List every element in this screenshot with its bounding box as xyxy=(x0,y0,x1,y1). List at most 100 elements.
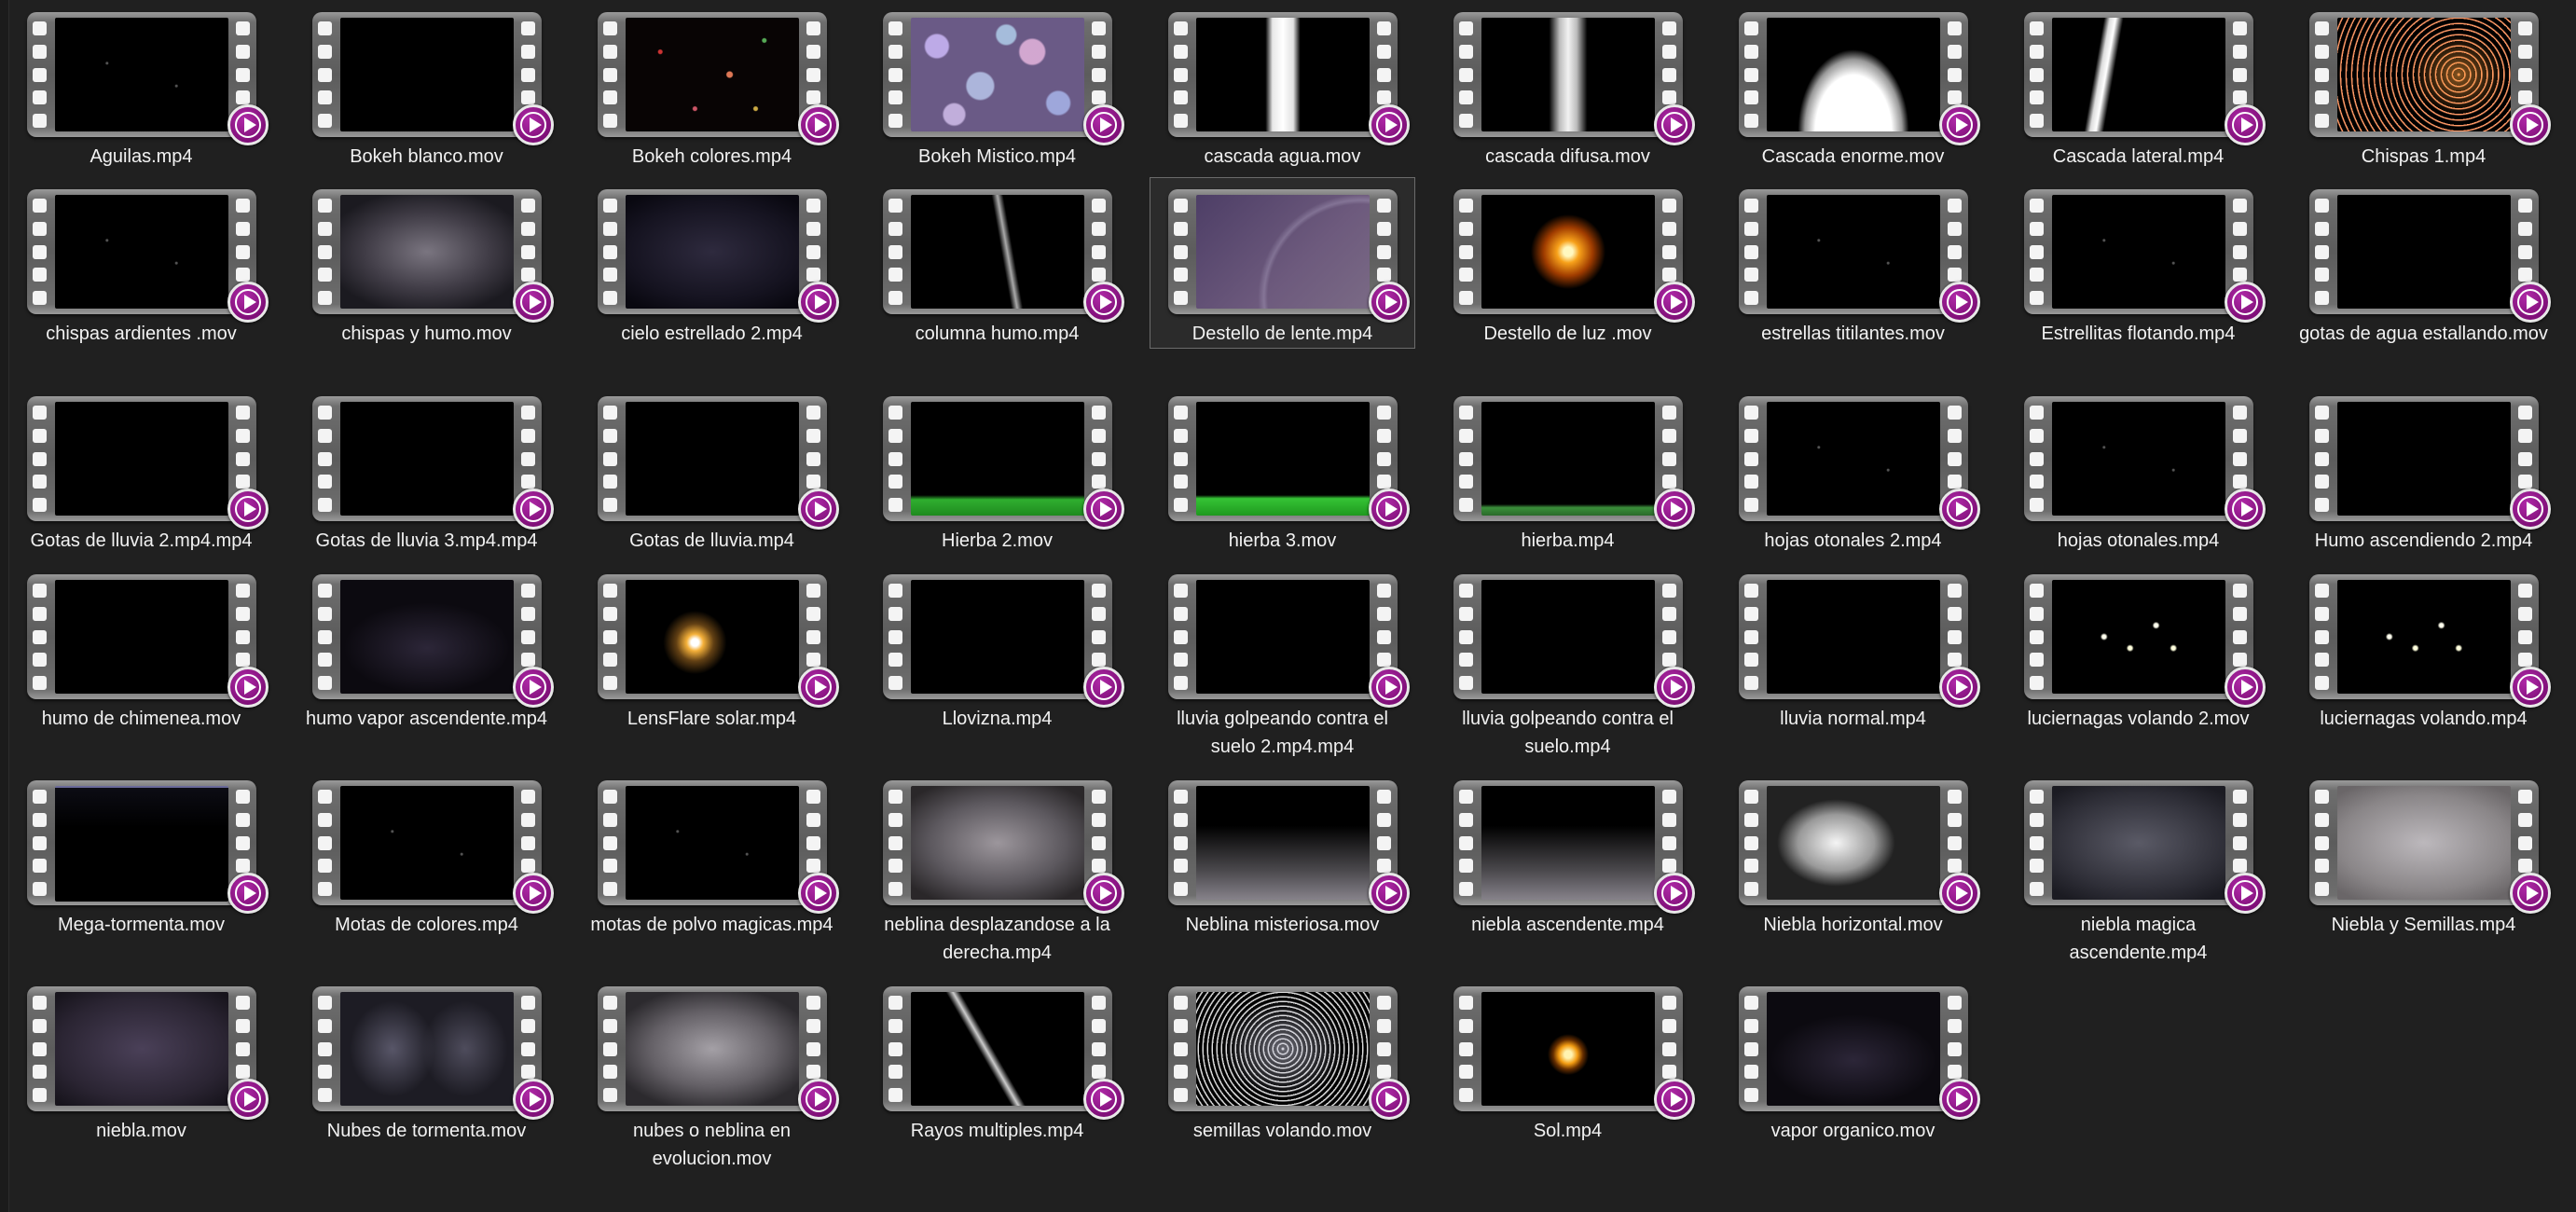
video-preview xyxy=(2336,18,2511,131)
video-thumbnail xyxy=(2308,780,2551,914)
file-item[interactable]: humo vapor ascendente.mp4 xyxy=(294,562,559,734)
play-icon xyxy=(797,667,839,708)
film-perforations xyxy=(602,584,618,690)
file-name: neblina desplazandose a la derecha.mp4 xyxy=(884,915,1110,963)
file-item[interactable]: semillas volando.mov xyxy=(1150,974,1415,1146)
film-perforations xyxy=(602,406,618,512)
file-item[interactable]: Gotas de lluvia.mp4 xyxy=(579,384,845,556)
file-item[interactable]: niebla magica ascendente.mp4 xyxy=(2005,768,2271,968)
video-thumbnail xyxy=(1738,780,1980,914)
file-item[interactable]: cascada agua.mov xyxy=(1150,0,1415,172)
file-item[interactable]: hojas otonales.mp4 xyxy=(2005,384,2271,556)
file-item[interactable]: motas de polvo magicas.mp4 xyxy=(579,768,845,940)
file-name: Aguilas.mp4 xyxy=(90,146,193,167)
play-icon xyxy=(1082,667,1124,708)
file-item[interactable]: lluvia golpeando contra el suelo 2.mp4.m… xyxy=(1150,562,1415,762)
video-preview xyxy=(1766,786,1940,900)
file-item[interactable]: LensFlare solar.mp4 xyxy=(579,562,845,734)
file-name: niebla magica ascendente.mp4 xyxy=(2069,915,2208,963)
file-item[interactable]: Sol.mp4 xyxy=(1435,974,1701,1146)
video-thumbnail xyxy=(26,780,269,914)
video-thumbnail xyxy=(882,12,1124,145)
file-item[interactable]: columna humo.mp4 xyxy=(864,177,1130,349)
file-item[interactable]: Hierba 2.mov xyxy=(864,384,1130,556)
video-preview xyxy=(910,195,1084,309)
file-item[interactable]: niebla ascendente.mp4 xyxy=(1435,768,1701,940)
file-item[interactable]: Destello de lente.mp4 xyxy=(1150,177,1415,349)
file-item[interactable]: vapor organico.mov xyxy=(1720,974,1986,1146)
file-item[interactable]: hierba 3.mov xyxy=(1150,384,1415,556)
video-thumbnail xyxy=(1167,12,1410,145)
file-name: niebla.mov xyxy=(96,1121,186,1141)
file-item[interactable]: Estrellitas flotando.mp4 xyxy=(2005,177,2271,349)
file-item[interactable]: Humo ascendiendo 2.mp4 xyxy=(2291,384,2556,556)
file-item[interactable]: nubes o neblina en evolucion.mov xyxy=(579,974,845,1174)
file-item[interactable]: Bokeh Mistico.mp4 xyxy=(864,0,1130,172)
play-icon xyxy=(1653,667,1695,708)
file-item[interactable]: Gotas de lluvia 3.mp4.mp4 xyxy=(294,384,559,556)
video-preview xyxy=(910,18,1084,131)
video-preview xyxy=(54,402,228,516)
file-item[interactable]: neblina desplazandose a la derecha.mp4 xyxy=(864,768,1130,968)
file-item[interactable]: Bokeh colores.mp4 xyxy=(579,0,845,172)
file-item[interactable]: Rayos multiples.mp4 xyxy=(864,974,1130,1146)
file-item[interactable]: Destello de luz .mov xyxy=(1435,177,1701,349)
file-item[interactable]: cielo estrellado 2.mp4 xyxy=(579,177,845,349)
play-icon xyxy=(2224,873,2266,914)
file-name: Bokeh colores.mp4 xyxy=(631,146,792,167)
file-item[interactable]: Gotas de lluvia 2.mp4.mp4 xyxy=(8,384,274,556)
video-preview xyxy=(2051,402,2225,516)
file-item[interactable]: luciernagas volando.mp4 xyxy=(2291,562,2556,734)
video-preview xyxy=(339,195,514,309)
video-thumbnail xyxy=(1167,396,1410,530)
film-perforations xyxy=(32,584,48,690)
file-item[interactable]: Chispas 1.mp4 xyxy=(2291,0,2556,172)
film-perforations xyxy=(32,21,48,128)
play-icon xyxy=(1653,104,1695,145)
file-name: Nubes de tormenta.mov xyxy=(326,1121,527,1141)
file-name: semillas volando.mov xyxy=(1192,1121,1372,1141)
file-item[interactable]: cascada difusa.mov xyxy=(1435,0,1701,172)
file-item[interactable]: chispas ardientes .mov xyxy=(8,177,274,349)
file-name: hojas otonales 2.mp4 xyxy=(1764,530,1942,551)
video-thumbnail xyxy=(1738,12,1980,145)
play-icon xyxy=(2224,282,2266,323)
video-thumbnail xyxy=(1453,780,1695,914)
file-item[interactable]: Aguilas.mp4 xyxy=(8,0,274,172)
file-item[interactable]: hojas otonales 2.mp4 xyxy=(1720,384,1986,556)
file-item[interactable]: hierba.mp4 xyxy=(1435,384,1701,556)
file-item[interactable]: Mega-tormenta.mov xyxy=(8,768,274,940)
video-preview xyxy=(1195,992,1370,1106)
play-icon xyxy=(2224,667,2266,708)
video-thumbnail xyxy=(26,986,269,1120)
film-perforations xyxy=(1458,790,1474,896)
play-icon xyxy=(797,489,839,530)
file-name: lluvia normal.mp4 xyxy=(1780,709,1926,729)
video-thumbnail xyxy=(2023,780,2266,914)
video-preview xyxy=(1481,402,1655,516)
video-thumbnail xyxy=(311,189,554,323)
file-item[interactable]: Motas de colores.mp4 xyxy=(294,768,559,940)
file-item[interactable]: humo de chimenea.mov xyxy=(8,562,274,734)
file-item[interactable]: Cascada lateral.mp4 xyxy=(2005,0,2271,172)
file-item[interactable]: Bokeh blanco.mov xyxy=(294,0,559,172)
file-item[interactable]: Cascada enorme.mov xyxy=(1720,0,1986,172)
file-item[interactable]: niebla.mov xyxy=(8,974,274,1146)
film-perforations xyxy=(2029,790,2045,896)
file-item[interactable]: chispas y humo.mov xyxy=(294,177,559,349)
play-icon xyxy=(1082,489,1124,530)
film-perforations xyxy=(1173,996,1189,1102)
file-item[interactable]: lluvia golpeando contra el suelo.mp4 xyxy=(1435,562,1701,762)
file-name: hierba 3.mov xyxy=(1228,530,1337,551)
file-item[interactable]: Neblina misteriosa.mov xyxy=(1150,768,1415,940)
file-item[interactable]: luciernagas volando 2.mov xyxy=(2005,562,2271,734)
file-item[interactable]: lluvia normal.mp4 xyxy=(1720,562,1986,734)
file-item[interactable]: estrellas titilantes.mov xyxy=(1720,177,1986,349)
video-preview xyxy=(339,786,514,900)
file-item[interactable]: Niebla horizontal.mov xyxy=(1720,768,1986,940)
video-preview xyxy=(625,18,799,131)
file-item[interactable]: Niebla y Semillas.mp4 xyxy=(2291,768,2556,940)
file-item[interactable]: Llovizna.mp4 xyxy=(864,562,1130,734)
file-item[interactable]: gotas de agua estallando.mov xyxy=(2291,177,2556,349)
file-item[interactable]: Nubes de tormenta.mov xyxy=(294,974,559,1146)
